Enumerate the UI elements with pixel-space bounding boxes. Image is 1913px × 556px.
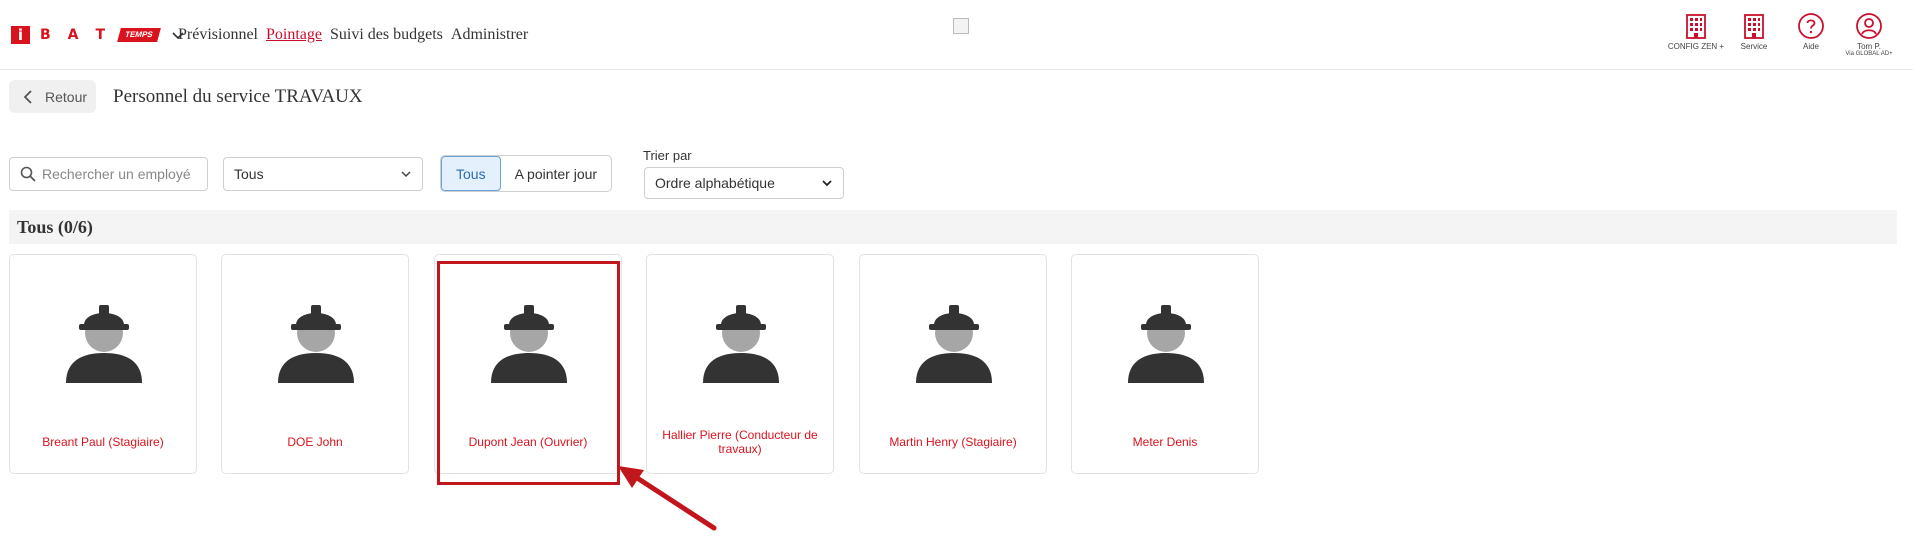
chevron-left-icon xyxy=(23,89,32,104)
aide-button[interactable]: Aide xyxy=(1781,12,1841,51)
group-title: Tous (0/6) xyxy=(17,216,93,237)
toggle-a-pointer-jour[interactable]: A pointer jour xyxy=(501,156,611,191)
logo-letters: B A T xyxy=(40,27,105,43)
main-nav: Prévisionnel Pointage Suivi des budgets … xyxy=(178,26,528,44)
building-icon xyxy=(1744,14,1764,39)
service-label: Service xyxy=(1740,42,1768,51)
employee-card[interactable]: Hallier Pierre (Conducteur de travaux) xyxy=(646,254,834,474)
employee-card[interactable]: Dupont Jean (Ouvrier) xyxy=(434,254,622,474)
building-icon xyxy=(1686,14,1706,39)
logo-letter-a: A xyxy=(67,27,79,43)
worker-helmet-icon xyxy=(703,305,779,383)
nav-suivi-budgets[interactable]: Suivi des budgets xyxy=(330,26,443,44)
nav-pointage[interactable]: Pointage xyxy=(266,26,322,44)
logo-temps-tag: TEMPS xyxy=(117,28,161,42)
employee-name: Breant Paul (Stagiaire) xyxy=(42,435,164,449)
user-sub: Via GLOBAL AD+ xyxy=(1845,51,1893,57)
worker-helmet-icon xyxy=(916,305,992,383)
group-header: Tous (0/6) xyxy=(9,210,1897,244)
user-name: Tom P. xyxy=(1857,42,1881,51)
logo-i: i xyxy=(11,26,30,44)
nav-previsionnel[interactable]: Prévisionnel xyxy=(178,26,258,44)
search-input[interactable] xyxy=(42,166,202,182)
worker-helmet-icon xyxy=(66,305,142,383)
aide-label: Aide xyxy=(1802,42,1819,51)
employee-name: Dupont Jean (Ouvrier) xyxy=(468,435,588,449)
employee-card[interactable]: Meter Denis xyxy=(1071,254,1259,474)
search-box[interactable] xyxy=(9,157,208,191)
employee-card[interactable]: DOE John xyxy=(221,254,409,474)
ibat-logo[interactable]: i B A T TEMPS xyxy=(11,26,185,44)
chevron-down-icon xyxy=(822,180,832,187)
employee-name: Martin Henry (Stagiaire) xyxy=(889,435,1017,449)
service-button[interactable]: Service xyxy=(1724,12,1784,51)
config-zen-label: CONFIG ZEN + xyxy=(1667,42,1725,51)
category-select-value: Tous xyxy=(234,166,264,182)
employee-card[interactable]: Breant Paul (Stagiaire) xyxy=(9,254,197,474)
nav-administrer[interactable]: Administrer xyxy=(451,26,528,44)
toggle-tous[interactable]: Tous xyxy=(441,156,501,191)
back-button[interactable]: Retour xyxy=(9,80,96,113)
pointage-filter-toggle: Tous A pointer jour xyxy=(440,155,613,192)
page-title: Personnel du service TRAVAUX xyxy=(113,86,363,107)
logo-letter-t: T xyxy=(95,27,106,43)
search-icon xyxy=(20,166,36,182)
chevron-down-icon xyxy=(401,171,411,178)
employee-name: Meter Denis xyxy=(1132,435,1198,449)
worker-helmet-icon xyxy=(491,305,567,383)
employee-card[interactable]: Martin Henry (Stagiaire) xyxy=(859,254,1047,474)
back-label: Retour xyxy=(45,88,88,105)
sort-select-value: Ordre alphabétique xyxy=(655,175,775,191)
help-icon xyxy=(1798,13,1824,39)
top-navigation-bar: i B A T TEMPS Prévisionnel Pointage Suiv… xyxy=(0,0,1913,70)
category-select[interactable]: Tous xyxy=(223,157,423,191)
config-zen-button[interactable]: CONFIG ZEN + xyxy=(1666,12,1726,51)
employee-name: DOE John xyxy=(287,435,343,449)
worker-helmet-icon xyxy=(278,305,354,383)
user-icon xyxy=(1856,13,1882,39)
worker-helmet-icon xyxy=(1128,305,1204,383)
user-menu-button[interactable]: Tom P. Via GLOBAL AD+ xyxy=(1839,12,1899,58)
sort-label: Trier par xyxy=(643,148,692,163)
logo-letter-b: B xyxy=(40,27,51,43)
employee-name: Hallier Pierre (Conducteur de travaux) xyxy=(662,428,818,456)
sort-select[interactable]: Ordre alphabétique xyxy=(644,167,844,199)
broken-image-icon xyxy=(953,18,969,34)
